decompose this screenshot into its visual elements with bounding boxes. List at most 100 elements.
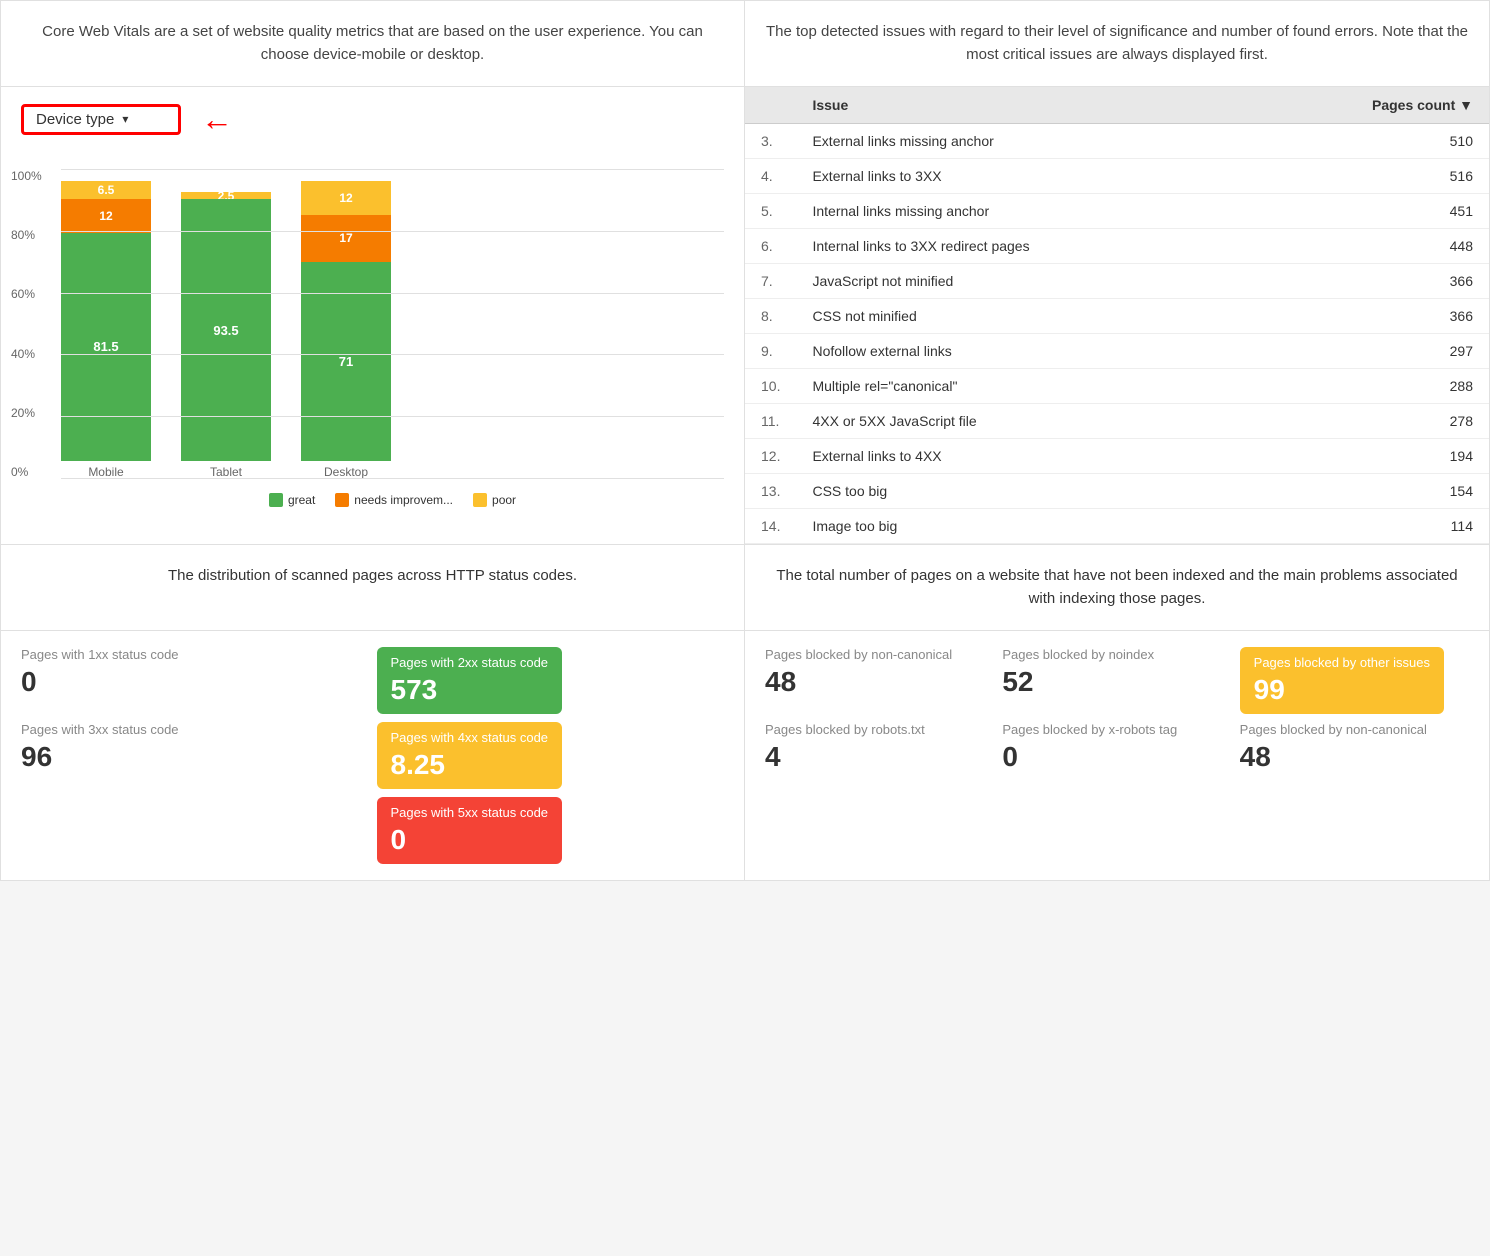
col-num-header xyxy=(745,87,796,124)
blocked-xrobots-label: Pages blocked by x-robots tag xyxy=(1002,722,1231,737)
row-count: 448 xyxy=(1248,229,1489,264)
row-count: 154 xyxy=(1248,474,1489,509)
issues-table: Issue Pages count ▼ 3. External links mi… xyxy=(745,87,1489,544)
index-issues-section: Pages blocked by non-canonical 48 Pages … xyxy=(745,631,1490,881)
status-5xx-label: Pages with 5xx status code xyxy=(391,805,549,820)
table-row: 4. External links to 3XX 516 xyxy=(745,159,1489,194)
row-count: 297 xyxy=(1248,334,1489,369)
bar-chart: 100% 80% 60% 40% 20% 0% xyxy=(1,159,744,519)
status-2xx-label: Pages with 2xx status code xyxy=(391,655,549,670)
device-type-select[interactable]: Device type ▾ xyxy=(21,104,181,135)
bar-desktop-poor: 12 xyxy=(301,181,391,215)
row-issue: Multiple rel="canonical" xyxy=(796,369,1247,404)
right-description-card: The top detected issues with regard to t… xyxy=(745,0,1490,87)
legend-needs: needs improvem... xyxy=(335,493,453,507)
legend-great-label: great xyxy=(288,493,315,507)
row-issue: External links to 3XX xyxy=(796,159,1247,194)
blocked-xrobots-value: 0 xyxy=(1002,741,1231,773)
row-num: 3. xyxy=(745,124,796,159)
row-num: 10. xyxy=(745,369,796,404)
table-row: 13. CSS too big 154 xyxy=(745,474,1489,509)
legend-great: great xyxy=(269,493,315,507)
row-num: 13. xyxy=(745,474,796,509)
status-5xx-value: 0 xyxy=(391,824,549,856)
y-label-0: 0% xyxy=(11,465,42,479)
row-issue: Image too big xyxy=(796,509,1247,544)
row-issue: Nofollow external links xyxy=(796,334,1247,369)
row-count: 510 xyxy=(1248,124,1489,159)
status-5xx xyxy=(21,797,369,864)
legend-needs-swatch xyxy=(335,493,349,507)
row-num: 6. xyxy=(745,229,796,264)
legend-needs-label: needs improvem... xyxy=(354,493,453,507)
row-count: 451 xyxy=(1248,194,1489,229)
blocked-non-canonical: Pages blocked by non-canonical 48 xyxy=(765,647,994,714)
status-2xx: Pages with 2xx status code 573 xyxy=(377,647,725,714)
table-row: 14. Image too big 114 xyxy=(745,509,1489,544)
table-row: 5. Internal links missing anchor 451 xyxy=(745,194,1489,229)
blocked-noindex-value: 52 xyxy=(1002,666,1231,698)
blocked-non-canonical-2-label: Pages blocked by non-canonical xyxy=(1240,722,1469,737)
status-4xx-value: 8.25 xyxy=(391,749,549,781)
blocked-xrobots: Pages blocked by x-robots tag 0 xyxy=(1002,722,1231,773)
row-issue: JavaScript not minified xyxy=(796,264,1247,299)
status-2xx-value: 573 xyxy=(391,674,549,706)
col-issue-header[interactable]: Issue xyxy=(796,87,1247,124)
row-num: 11. xyxy=(745,404,796,439)
y-label-60: 60% xyxy=(11,287,42,301)
status-4xx-label: Pages with 4xx status code xyxy=(391,730,549,745)
index-desc-card: The total number of pages on a website t… xyxy=(745,545,1490,631)
row-count: 288 xyxy=(1248,369,1489,404)
bar-tablet-great: 93.5 xyxy=(181,199,271,461)
blocked-noindex-label: Pages blocked by noindex xyxy=(1002,647,1231,662)
y-label-40: 40% xyxy=(11,347,42,361)
http-desc-card: The distribution of scanned pages across… xyxy=(0,545,745,631)
status-5xx-badge: Pages with 5xx status code 0 xyxy=(377,797,725,864)
row-issue: External links to 4XX xyxy=(796,439,1247,474)
row-count: 516 xyxy=(1248,159,1489,194)
row-issue: Internal links missing anchor xyxy=(796,194,1247,229)
row-count: 366 xyxy=(1248,299,1489,334)
blocked-non-canonical-2-value: 48 xyxy=(1240,741,1469,773)
bar-desktop-needs: 17 xyxy=(301,215,391,263)
bar-mobile-label: Mobile xyxy=(88,465,123,479)
row-num: 4. xyxy=(745,159,796,194)
row-count: 194 xyxy=(1248,439,1489,474)
blocked-robots: Pages blocked by robots.txt 4 xyxy=(765,722,994,773)
bar-desktop-label: Desktop xyxy=(324,465,368,479)
blocked-robots-value: 4 xyxy=(765,741,994,773)
legend-poor-swatch xyxy=(473,493,487,507)
device-type-label: Device type xyxy=(36,111,114,128)
y-label-80: 80% xyxy=(11,228,42,242)
red-arrow-icon: ← xyxy=(201,103,233,135)
status-codes-section: Pages with 1xx status code 0 Pages with … xyxy=(0,631,745,881)
bar-tablet-label: Tablet xyxy=(210,465,242,479)
http-desc-text: The distribution of scanned pages across… xyxy=(21,565,724,588)
legend-poor-label: poor xyxy=(492,493,516,507)
col-pages-header[interactable]: Pages count ▼ xyxy=(1248,87,1489,124)
table-row: 7. JavaScript not minified 366 xyxy=(745,264,1489,299)
status-4xx: Pages with 4xx status code 8.25 xyxy=(377,722,725,789)
bar-mobile-great: 81.5 xyxy=(61,233,151,461)
row-num: 12. xyxy=(745,439,796,474)
y-label-20: 20% xyxy=(11,406,42,420)
row-num: 9. xyxy=(745,334,796,369)
bar-desktop-great: 71 xyxy=(301,262,391,461)
row-issue: CSS not minified xyxy=(796,299,1247,334)
dropdown-arrow-icon: ▾ xyxy=(122,112,128,126)
blocked-other-value: 99 xyxy=(1254,674,1430,706)
left-description-card: Core Web Vitals are a set of website qua… xyxy=(0,0,745,87)
status-3xx-value: 96 xyxy=(21,741,369,773)
bar-mobile-poor: 6.5 xyxy=(61,181,151,199)
row-num: 7. xyxy=(745,264,796,299)
left-description-text: Core Web Vitals are a set of website qua… xyxy=(21,21,724,66)
row-count: 278 xyxy=(1248,404,1489,439)
row-num: 5. xyxy=(745,194,796,229)
status-3xx: Pages with 3xx status code 96 xyxy=(21,722,369,789)
bar-tablet-poor: 2.5 xyxy=(181,192,271,199)
table-row: 10. Multiple rel="canonical" 288 xyxy=(745,369,1489,404)
blocked-non-canonical-label: Pages blocked by non-canonical xyxy=(765,647,994,662)
table-row: 8. CSS not minified 366 xyxy=(745,299,1489,334)
blocked-noindex: Pages blocked by noindex 52 xyxy=(1002,647,1231,714)
device-type-section: Device type ▾ ← xyxy=(1,87,744,159)
